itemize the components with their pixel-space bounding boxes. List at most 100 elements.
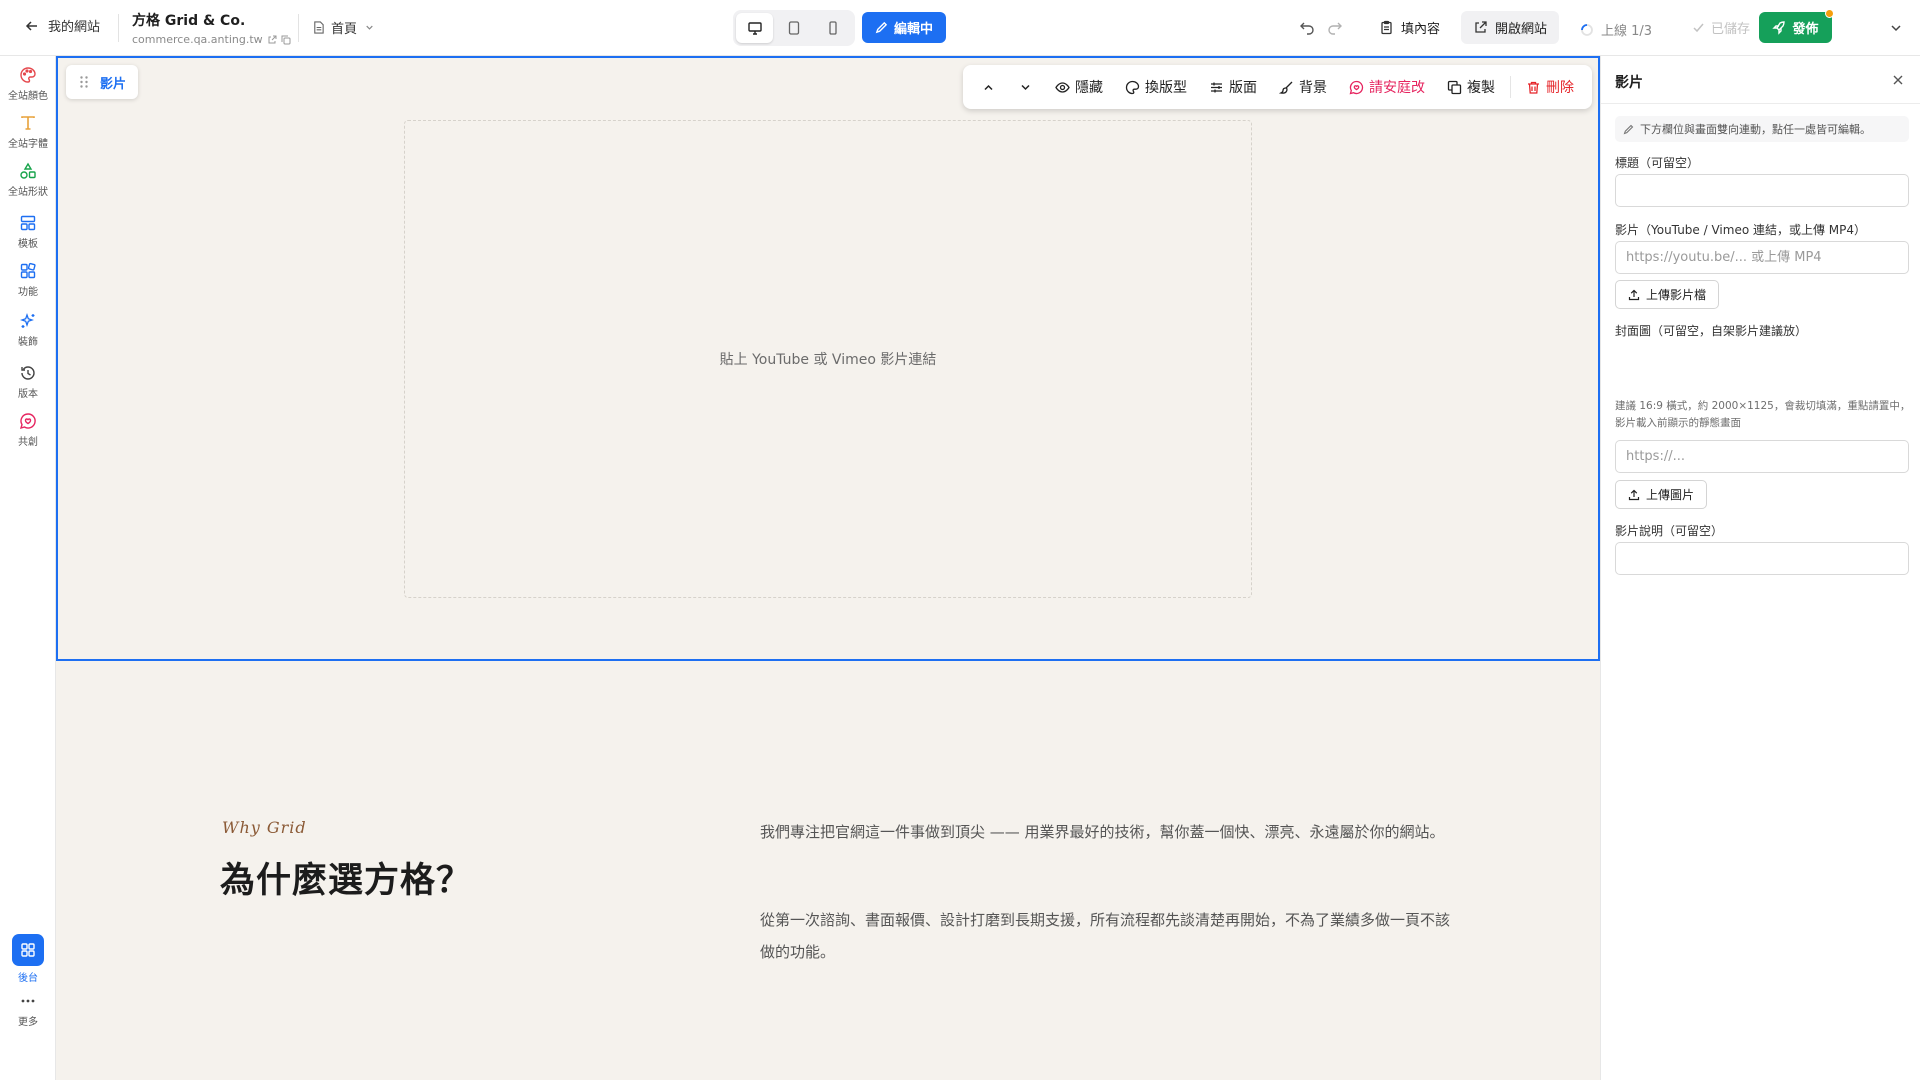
rail-item-admin[interactable]: 後台	[0, 934, 56, 984]
why-eyebrow: Why Grid	[222, 818, 307, 837]
layout-type-label: 換版型	[1145, 80, 1187, 96]
video-url-input[interactable]	[1615, 241, 1909, 274]
type-icon	[21, 116, 35, 130]
panel-hint: 下方欄位與畫面雙向連動，點任一處皆可編輯。	[1615, 116, 1909, 142]
video-field-label: 影片（YouTube / Vimeo 連結，或上傳 MP4）	[1615, 223, 1867, 237]
rail-item-site-colors[interactable]: 全站顏色	[0, 66, 56, 102]
rail-label: 全站顏色	[8, 91, 48, 102]
panel-title: 影片	[1615, 75, 1643, 91]
blocks-icon	[20, 262, 36, 279]
cocreate-icon	[19, 413, 36, 430]
delete-section-button[interactable]: 刪除	[1516, 71, 1584, 103]
saved-status: 已儲存	[1682, 11, 1760, 44]
cover-url-input[interactable]	[1615, 440, 1909, 473]
duplicate-section-button[interactable]: 複製	[1437, 71, 1505, 103]
upload-icon	[1628, 489, 1640, 500]
dashboard-icon	[21, 943, 35, 957]
live-status: 上線 1/3	[1580, 20, 1652, 39]
layout-label: 版面	[1229, 80, 1257, 96]
device-switcher	[733, 10, 855, 46]
change-layout-type-button[interactable]: 換版型	[1115, 71, 1197, 103]
editing-label: 編輯中	[894, 22, 934, 37]
external-link-icon[interactable]	[267, 35, 277, 45]
back-to-my-sites-link[interactable]: 我的網站	[24, 16, 100, 35]
ask-an-ting-edit-button[interactable]: 請安庭改	[1339, 71, 1435, 103]
trash-icon	[1528, 81, 1539, 94]
move-down-button[interactable]	[1008, 71, 1043, 103]
arrow-left-icon	[25, 20, 37, 31]
chevron-up-icon	[984, 84, 993, 90]
site-url[interactable]: commerce.qa.anting.tw	[132, 33, 263, 46]
more-horizontal-icon	[21, 999, 35, 1003]
sparkle-icon	[20, 313, 35, 328]
redo-icon[interactable]	[1326, 18, 1344, 36]
desktop-icon	[747, 22, 762, 35]
copy-icon[interactable]	[281, 35, 291, 45]
ask-an-label: 請安庭改	[1369, 80, 1425, 96]
publish-label: 發佈	[1792, 22, 1819, 37]
tablet-icon	[788, 21, 800, 35]
section-drag-handle[interactable]: 影片	[66, 65, 139, 99]
layout-settings-button[interactable]: 版面	[1199, 71, 1267, 103]
rail-label: 模板	[18, 239, 38, 250]
move-up-button[interactable]	[971, 71, 1006, 103]
section-tag-label: 影片	[100, 76, 127, 92]
editing-mode-button[interactable]: 編輯中	[862, 12, 947, 43]
title-input[interactable]	[1615, 174, 1909, 207]
toolbar-divider	[1510, 76, 1511, 98]
rail-label: 全站字體	[8, 139, 48, 150]
rail-label: 功能	[18, 287, 38, 298]
fill-content-button[interactable]: 填內容	[1367, 11, 1452, 44]
rail-item-decorations[interactable]: 裝飾	[0, 312, 56, 348]
hide-section-button[interactable]: 隱藏	[1045, 71, 1113, 103]
rail-label: 共創	[18, 437, 38, 448]
spinner-icon	[1581, 23, 1593, 36]
site-name: 方格 Grid & Co.	[132, 13, 246, 29]
left-tool-rail: 全站顏色 全站字體 全站形狀 模板 功能 裝飾 版本 共創 後台 更多	[0, 56, 56, 1080]
mobile-view-button[interactable]	[815, 13, 852, 43]
rail-item-site-shapes[interactable]: 全站形狀	[0, 162, 56, 198]
video-section-selected[interactable]: 影片 隱藏 換版型 版面 背景 請安庭改 複製 刪除 貼上 YouTube 或 …	[56, 56, 1600, 661]
desktop-view-button[interactable]	[736, 13, 774, 43]
pencil-icon	[1623, 124, 1634, 134]
rail-label: 更多	[18, 1017, 38, 1028]
cocreate-icon	[1349, 80, 1364, 94]
rail-item-templates[interactable]: 模板	[0, 214, 56, 250]
page-selector[interactable]: 首頁	[312, 18, 376, 37]
cover-field-label: 封面圖（可留空，自架影片建議放）	[1615, 324, 1808, 338]
video-embed-placeholder[interactable]: 貼上 YouTube 或 Vimeo 影片連結	[404, 120, 1252, 598]
divider	[298, 14, 299, 42]
why-paragraph-2: 從第一次諮詢、書面報價、設計打磨到長期支援，所有流程都先談清楚再開始，不為了業績…	[760, 911, 1451, 961]
publish-button[interactable]: 發佈	[1759, 12, 1832, 43]
open-site-label: 開啟網站	[1495, 22, 1548, 37]
upload-video-button[interactable]: 上傳影片檔	[1615, 280, 1720, 309]
rail-item-more[interactable]: 更多	[0, 992, 56, 1028]
paintbrush-icon	[1279, 81, 1293, 94]
panel-hint-text: 下方欄位與畫面雙向連動，點任一處皆可編輯。	[1640, 123, 1871, 136]
caption-field-label: 影片說明（可留空）	[1615, 524, 1724, 538]
close-icon[interactable]	[1891, 73, 1905, 87]
section-toolbar: 隱藏 換版型 版面 背景 請安庭改 複製 刪除	[963, 65, 1592, 109]
duplicate-label: 複製	[1467, 80, 1495, 96]
upload-image-button[interactable]: 上傳圖片	[1615, 480, 1708, 509]
site-info: 方格 Grid & Co. commerce.qa.anting.tw	[132, 10, 291, 46]
clipboard-icon	[1381, 20, 1392, 35]
undo-icon[interactable]	[1298, 18, 1316, 36]
open-site-button[interactable]: 開啟網站	[1461, 11, 1560, 44]
rail-item-versions[interactable]: 版本	[0, 364, 56, 400]
tablet-view-button[interactable]	[775, 13, 812, 43]
history-icon	[21, 366, 35, 380]
rail-item-features[interactable]: 功能	[0, 262, 56, 298]
rail-item-site-fonts[interactable]: 全站字體	[0, 114, 56, 150]
rail-label: 版本	[18, 389, 38, 400]
fill-content-label: 填內容	[1401, 22, 1441, 37]
palette-icon	[1125, 80, 1140, 94]
caption-input[interactable]	[1615, 542, 1909, 575]
background-button[interactable]: 背景	[1269, 71, 1337, 103]
chevron-down-icon[interactable]	[1888, 20, 1904, 36]
page-label: 首頁	[331, 22, 358, 37]
upload-video-label: 上傳影片檔	[1646, 288, 1707, 302]
site-url-row: commerce.qa.anting.tw	[132, 33, 291, 46]
rail-item-cocreate[interactable]: 共創	[0, 412, 56, 448]
hide-label: 隱藏	[1075, 80, 1103, 96]
